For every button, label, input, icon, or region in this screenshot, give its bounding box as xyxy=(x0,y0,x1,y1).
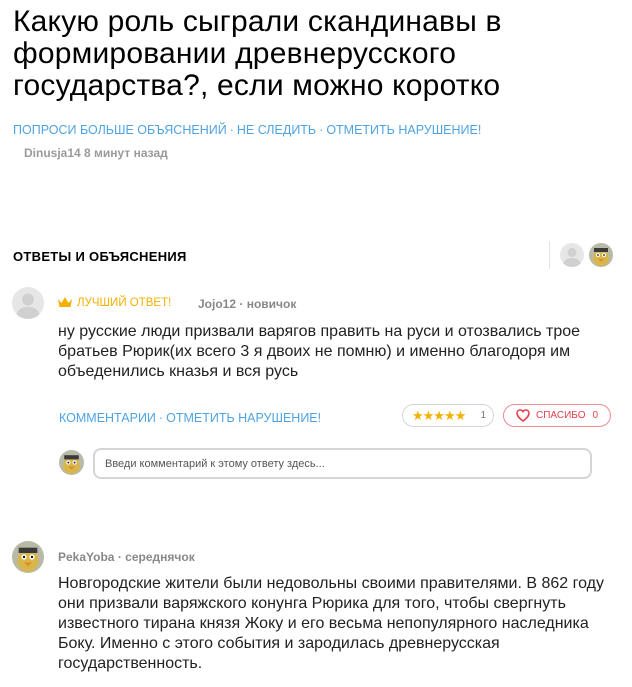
best-answer-label: ЛУЧШИЙ ОТВЕТ! xyxy=(77,297,172,309)
crown-icon xyxy=(57,296,73,311)
separator: · xyxy=(117,550,122,564)
answer-actions: КОММЕНТАРИИ · ОТМЕТИТЬ НАРУШЕНИЕ! xyxy=(59,411,321,425)
answer-author-rank: новичок xyxy=(246,297,297,311)
answer-author-line: Jojo12 · новичок xyxy=(198,297,296,311)
question-actions: ПОПРОСИ БОЛЬШЕ ОБЪЯСНЕНИЙ · НЕ СЛЕДИТЬ · ОТМ… xyxy=(13,123,481,137)
comments-link[interactable]: КОММЕНТАРИИ xyxy=(59,411,156,425)
bird-character-icon xyxy=(59,450,84,475)
rating-count: 1 xyxy=(480,410,486,421)
report-question-link[interactable]: ОТМЕТИТЬ НАРУШЕНИЕ! xyxy=(326,123,481,137)
bird-character-icon xyxy=(589,243,613,267)
report-answer-link[interactable]: ОТМЕТИТЬ НАРУШЕНИЕ! xyxy=(166,411,321,425)
answer-author-rank: середнячок xyxy=(125,550,195,564)
separator: · xyxy=(158,411,164,425)
heart-icon xyxy=(516,409,530,427)
ask-more-link[interactable]: ПОПРОСИ БОЛЬШЕ ОБЪЯСНЕНИЙ xyxy=(13,123,227,137)
person-silhouette-icon xyxy=(12,287,44,319)
answer-author-avatar[interactable] xyxy=(12,541,44,573)
answer-text: ну русские люди призвали варягов править… xyxy=(58,323,581,380)
answerer-avatar-user[interactable] xyxy=(589,243,613,267)
answer-author-name[interactable]: Jojo12 xyxy=(198,297,236,311)
unfollow-link[interactable]: НЕ СЛЕДИТЬ xyxy=(237,123,316,137)
separator: · xyxy=(239,297,244,311)
answerer-avatar-default[interactable] xyxy=(560,243,584,267)
separator: · xyxy=(319,123,324,137)
question-time: 8 минут назад xyxy=(84,146,168,160)
person-silhouette-icon xyxy=(560,243,584,267)
question-meta: Dinusja14 8 минут назад xyxy=(24,146,168,160)
rating-stars[interactable]: ★★★★★ xyxy=(412,408,466,424)
answers-section-title: ОТВЕТЫ И ОБЪЯСНЕНИЯ xyxy=(13,249,187,264)
answer-author-line: PekaYoba · середнячок xyxy=(58,550,195,564)
separator: · xyxy=(229,123,234,137)
best-answer-badge: ЛУЧШИЙ ОТВЕТ! xyxy=(57,296,171,311)
thanks-count: 0 xyxy=(592,410,598,421)
thanks-button[interactable]: СПАСИБО 0 xyxy=(503,404,611,427)
answer-author-name[interactable]: PekaYoba xyxy=(58,550,114,564)
question-title: Какую роль сыграли скандинавы в формиров… xyxy=(13,5,502,102)
answer-text: Новгородские жители были недовольны свои… xyxy=(58,575,604,672)
rating-widget[interactable]: ★★★★★ 1 xyxy=(402,404,494,427)
question-author[interactable]: Dinusja14 xyxy=(24,146,81,160)
answer-author-avatar[interactable] xyxy=(12,287,44,319)
thanks-label: СПАСИБО xyxy=(536,410,586,421)
bird-character-icon xyxy=(12,541,44,573)
current-user-avatar[interactable] xyxy=(59,450,84,475)
section-divider xyxy=(549,241,550,269)
comment-input[interactable] xyxy=(93,448,592,479)
